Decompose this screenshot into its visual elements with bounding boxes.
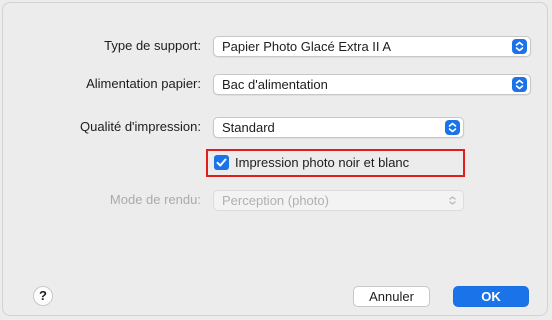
print-quality-label: Qualité d'impression: — [80, 119, 201, 134]
grayscale-photo-checkbox[interactable] — [214, 155, 229, 170]
grayscale-photo-highlight: Impression photo noir et blanc — [206, 149, 465, 177]
chevron-updown-icon — [512, 39, 527, 54]
media-type-label: Type de support: — [104, 38, 201, 53]
print-settings-dialog: Type de support: Papier Photo Glacé Extr… — [2, 2, 548, 316]
media-type-value: Papier Photo Glacé Extra II A — [222, 39, 392, 54]
ok-button[interactable]: OK — [453, 286, 529, 307]
checkmark-icon — [216, 158, 227, 167]
chevron-updown-icon — [512, 77, 527, 92]
print-quality-popup[interactable]: Standard — [213, 117, 464, 138]
paper-source-label: Alimentation papier: — [86, 76, 201, 91]
media-type-popup[interactable]: Papier Photo Glacé Extra II A — [213, 36, 531, 57]
render-mode-popup[interactable]: Perception (photo) — [213, 190, 464, 211]
grayscale-photo-label[interactable]: Impression photo noir et blanc — [235, 155, 409, 170]
render-mode-label: Mode de rendu: — [109, 192, 201, 207]
chevron-updown-icon — [445, 120, 460, 135]
paper-source-value: Bac d'alimentation — [222, 77, 328, 92]
print-quality-value: Standard — [222, 120, 275, 135]
help-button[interactable]: ? — [33, 286, 53, 306]
cancel-button[interactable]: Annuler — [353, 286, 430, 307]
chevron-updown-icon — [445, 193, 460, 208]
render-mode-value: Perception (photo) — [222, 193, 329, 208]
paper-source-popup[interactable]: Bac d'alimentation — [213, 74, 531, 95]
